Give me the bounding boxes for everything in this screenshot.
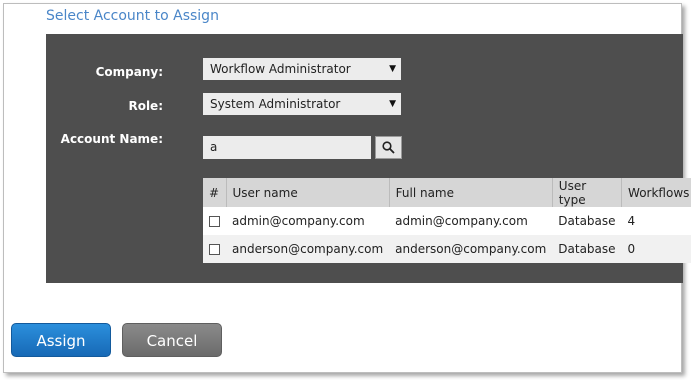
chevron-down-icon: ▼ [389,64,396,74]
form-panel: Company: Workflow Administrator ▼ Role: … [46,34,691,283]
workflows-cell: 0 [621,235,691,263]
full-name-cell: anderson@company.com [389,235,553,263]
table-row[interactable]: admin@company.com admin@company.com Data… [203,207,691,235]
cancel-button[interactable]: Cancel [122,323,222,357]
company-select[interactable]: Workflow Administrator ▼ [203,58,401,80]
row-checkbox[interactable] [209,244,220,255]
company-select-value: Workflow Administrator [210,62,351,76]
row-select-cell [203,235,226,263]
column-header-user-type[interactable]: User type [552,178,623,207]
assign-button[interactable]: Assign [11,323,111,357]
role-select[interactable]: System Administrator ▼ [203,93,401,115]
accounts-table: # User name Full name User type Workflow… [203,178,691,263]
row-checkbox[interactable] [209,216,220,227]
chevron-down-icon: ▼ [389,99,396,109]
column-header-workflows[interactable]: Workflows [621,178,691,207]
dialog-title: Select Account to Assign [46,8,219,24]
user-name-cell: anderson@company.com [226,235,390,263]
search-icon [382,141,395,154]
user-type-cell: Database [552,207,622,235]
table-row[interactable]: anderson@company.com anderson@company.co… [203,235,691,263]
role-label: Role: [128,99,163,113]
account-name-label: Account Name: [60,132,163,146]
row-select-cell [203,207,226,235]
search-button[interactable] [375,136,402,159]
workflows-cell: 4 [621,207,691,235]
account-name-input[interactable]: a [203,136,371,159]
column-header-number: # [203,178,227,207]
column-header-user-name[interactable]: User name [226,178,390,207]
column-header-full-name[interactable]: Full name [389,178,553,207]
company-label: Company: [95,65,163,79]
user-type-cell: Database [552,235,622,263]
full-name-cell: admin@company.com [389,207,553,235]
table-header-row: # User name Full name User type Workflow… [203,178,691,207]
user-name-cell: admin@company.com [226,207,390,235]
role-select-value: System Administrator [210,97,341,111]
